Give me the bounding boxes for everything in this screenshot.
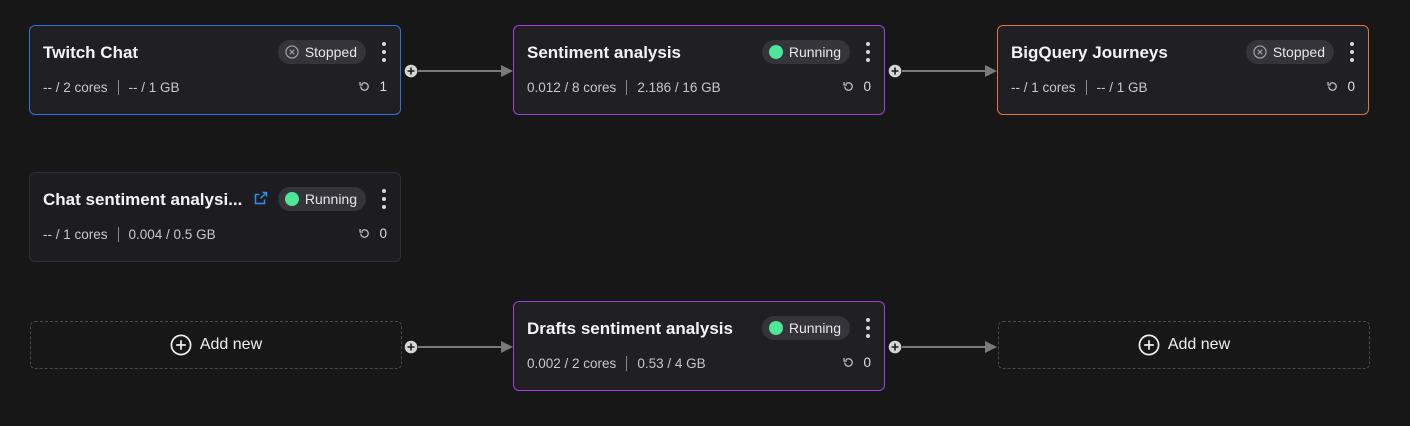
add-new-button[interactable]: Add new [998,321,1370,369]
running-dot-icon [284,192,299,206]
deployment-card-twitch-chat[interactable]: Twitch Chat Stopped -- / 2 cores -- / 1 … [29,25,401,115]
restart-icon [359,229,370,238]
add-circle-icon [170,334,192,356]
restart-count: 0 [842,79,871,94]
memory-usage: -- / 1 GB [1096,80,1148,95]
add-connection-plus-icon[interactable] [404,340,418,354]
resource-stats: -- / 1 cores 0.004 / 0.5 GB [43,227,216,242]
connector-arrow [902,65,997,77]
divider [626,356,628,371]
card-title: Chat sentiment analysi... [43,190,243,209]
add-connection-plus-icon[interactable] [404,64,418,78]
status-label: Running [304,191,357,207]
more-options-icon[interactable] [378,42,390,62]
divider [117,227,119,242]
restart-icon [843,82,854,91]
resource-stats: -- / 2 cores -- / 1 GB [43,80,180,95]
more-options-icon[interactable] [862,318,874,338]
card-title: Drafts sentiment analysis [527,319,733,338]
deployment-card-bigquery-journeys[interactable]: BigQuery Journeys Stopped -- / 1 cores -… [997,25,1369,115]
card-title: BigQuery Journeys [1011,43,1168,62]
deployment-card-sentiment-analysis[interactable]: Sentiment analysis Running 0.012 / 8 cor… [513,25,885,115]
connector-arrow [418,341,513,353]
add-connection-plus-icon[interactable] [888,64,902,78]
connector-arrow [418,65,513,77]
status-badge-stopped: Stopped [1245,40,1334,64]
restart-count-value: 0 [379,226,387,241]
status-badge-running: Running [761,40,850,64]
status-label: Running [788,44,841,60]
status-badge-running: Running [277,187,366,211]
restart-count: 0 [1326,79,1355,94]
add-connection-plus-icon[interactable] [888,340,902,354]
memory-usage: 2.186 / 16 GB [637,80,721,95]
status-label: Stopped [304,44,357,60]
status-badge-stopped: Stopped [277,40,366,64]
memory-usage: 0.53 / 4 GB [637,356,706,371]
restart-count: 0 [842,355,871,370]
cpu-usage: 0.012 / 8 cores [527,80,617,95]
add-new-button[interactable]: Add new [30,321,402,369]
restart-icon [843,358,854,367]
more-options-icon[interactable] [862,42,874,62]
cpu-usage: 0.002 / 2 cores [527,356,617,371]
more-options-icon[interactable] [1346,42,1358,62]
resource-stats: 0.012 / 8 cores 2.186 / 16 GB [527,80,721,95]
connector-arrow [902,341,997,353]
running-dot-icon [768,321,783,335]
divider [117,80,119,95]
memory-usage: 0.004 / 0.5 GB [128,227,216,242]
restart-icon [1327,82,1338,91]
restart-count: 0 [358,226,387,241]
restart-count-value: 1 [379,79,387,94]
deployment-card-chat-sentiment-analysis[interactable]: Chat sentiment analysi... Running -- / 1… [29,172,401,262]
card-title: Sentiment analysis [527,43,682,62]
deployment-card-drafts-sentiment-analysis[interactable]: Drafts sentiment analysis Running 0.002 … [513,301,885,391]
resource-stats: -- / 1 cores -- / 1 GB [1011,80,1148,95]
restart-icon [359,82,370,91]
running-dot-icon [768,45,783,59]
card-title: Twitch Chat [43,43,139,62]
cpu-usage: -- / 1 cores [43,227,108,242]
divider [626,80,628,95]
restart-count-value: 0 [863,355,871,370]
add-new-label: Add new [1167,336,1231,353]
divider [1085,80,1087,95]
pipeline-canvas: Twitch Chat Stopped -- / 2 cores -- / 1 … [0,0,1410,426]
add-circle-icon [1138,334,1160,356]
status-label: Running [788,320,841,336]
external-link-icon[interactable] [253,190,269,206]
add-new-label: Add new [199,336,263,353]
cpu-usage: -- / 2 cores [43,80,108,95]
restart-count-value: 0 [863,79,871,94]
status-badge-running: Running [761,316,850,340]
memory-usage: -- / 1 GB [128,80,180,95]
restart-count-value: 0 [1347,79,1355,94]
restart-count: 1 [358,79,387,94]
more-options-icon[interactable] [378,189,390,209]
resource-stats: 0.002 / 2 cores 0.53 / 4 GB [527,356,706,371]
status-label: Stopped [1272,44,1325,60]
cpu-usage: -- / 1 cores [1011,80,1076,95]
stopped-icon [285,45,299,59]
stopped-icon [1253,45,1267,59]
